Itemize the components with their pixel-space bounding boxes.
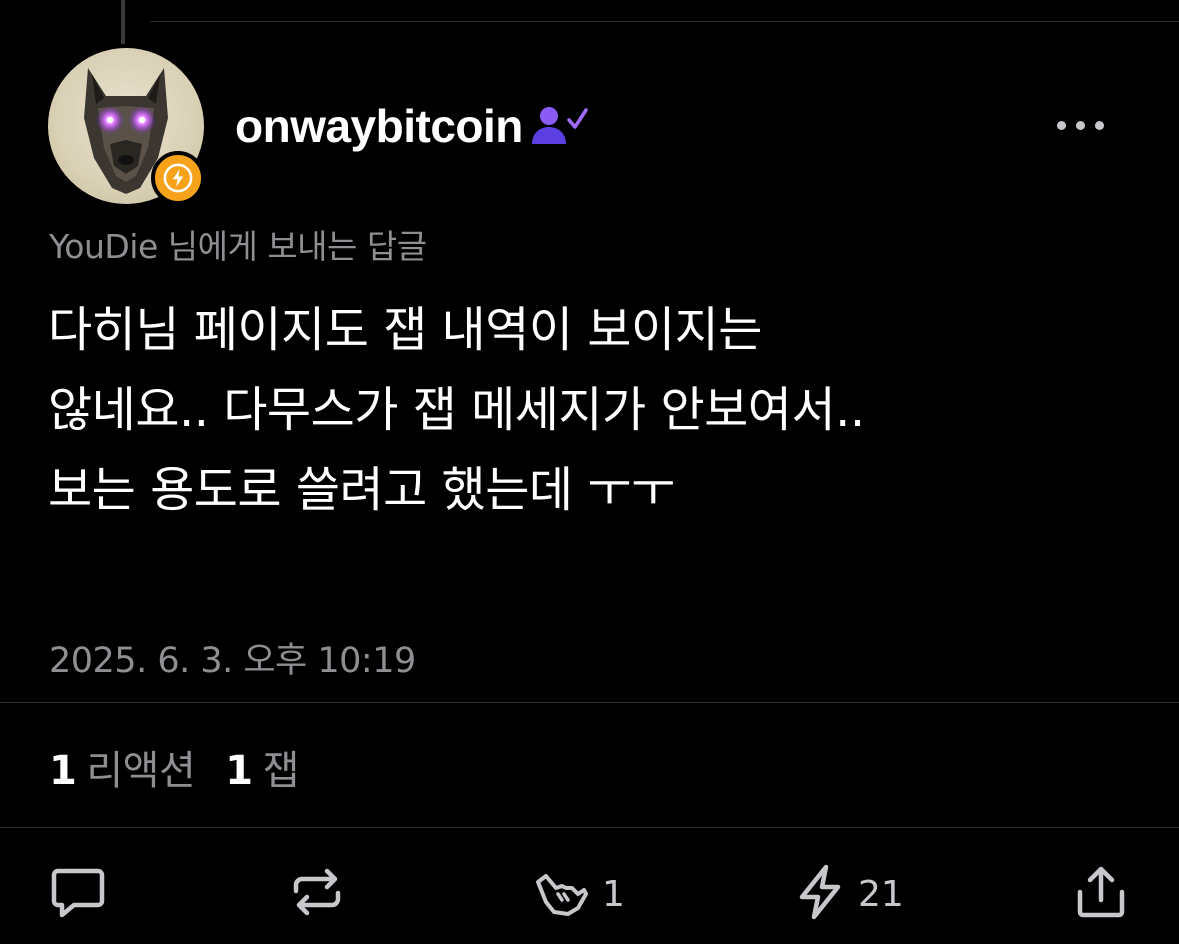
zap-count: 21	[858, 873, 904, 915]
share-button[interactable]	[1074, 862, 1128, 926]
more-dot-icon	[1075, 120, 1085, 130]
divider	[0, 702, 1179, 703]
verified-user-icon	[529, 102, 589, 152]
top-divider	[150, 21, 1179, 22]
more-dot-icon	[1056, 120, 1066, 130]
reaction-count: 1	[602, 873, 625, 915]
shaka-hand-icon	[532, 864, 588, 924]
author-row[interactable]: onwaybitcoin	[235, 96, 589, 156]
username[interactable]: onwaybitcoin	[235, 99, 523, 153]
post-body-line: 다히님 페이지도 잽 내역이 보이지는	[48, 302, 762, 358]
post-body: 다히님 페이지도 잽 내역이 보이지는 않네요.. 다무스가 잽 메세지가 안보…	[48, 290, 1148, 530]
more-options-button[interactable]	[1050, 108, 1110, 142]
reply-button[interactable]	[50, 862, 106, 926]
repost-icon	[290, 865, 344, 923]
post-timestamp: 2025. 6. 3. 오후 10:19	[49, 641, 416, 681]
lightning-icon	[796, 863, 844, 925]
thread-connector-line	[121, 0, 125, 44]
reactions-count[interactable]: 1	[49, 748, 77, 794]
reaction-button[interactable]: 1	[532, 862, 625, 926]
reply-to-label[interactable]: YouDie 님에게 보내는 답글	[49, 220, 427, 268]
stats-row: 1 리액션 1 잽	[49, 738, 299, 796]
share-icon	[1074, 864, 1128, 924]
divider	[0, 827, 1179, 828]
more-dot-icon	[1094, 120, 1104, 130]
zaps-count[interactable]: 1	[225, 748, 253, 794]
reactions-label[interactable]: 리액션	[86, 738, 195, 796]
zap-button[interactable]: 21	[796, 862, 904, 926]
lightning-badge-icon	[151, 151, 205, 205]
zaps-label[interactable]: 잽	[263, 738, 300, 796]
comment-icon	[50, 865, 106, 923]
repost-button[interactable]	[290, 862, 344, 926]
post-body-line: 보는 용도로 쓸려고 했는데 ㅜㅜ	[48, 462, 675, 518]
post-body-line: 않네요.. 다무스가 잽 메세지가 안보여서..	[48, 382, 865, 438]
